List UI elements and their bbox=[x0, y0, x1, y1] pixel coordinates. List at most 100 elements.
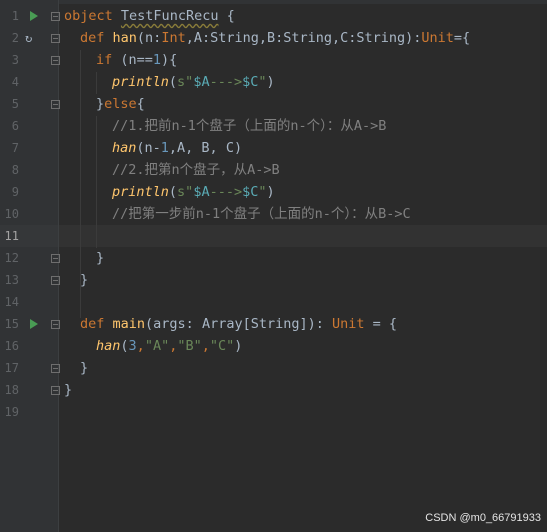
line-number: 6 bbox=[11, 119, 19, 133]
params: (args: Array[String]): bbox=[145, 316, 332, 332]
code-line-18[interactable]: 18 } bbox=[0, 379, 547, 401]
run-icon[interactable] bbox=[30, 11, 38, 21]
code-text: object TestFuncRecu { bbox=[64, 5, 235, 27]
recursive-call-icon[interactable]: ↻ bbox=[25, 31, 39, 45]
code-line-14[interactable]: 14 bbox=[0, 291, 547, 313]
string: "A" bbox=[144, 338, 170, 354]
line-number: 4 bbox=[11, 75, 19, 89]
line-number: 7 bbox=[11, 141, 19, 155]
brace: { bbox=[218, 8, 235, 24]
string: ---> bbox=[209, 184, 243, 200]
function-call: han bbox=[96, 338, 121, 354]
brace: } bbox=[96, 96, 105, 112]
comma: , bbox=[201, 338, 210, 354]
params: (n: bbox=[136, 30, 162, 46]
fold-minus-icon[interactable] bbox=[51, 12, 60, 21]
brace: } bbox=[80, 272, 89, 288]
line-number: 19 bbox=[4, 405, 19, 419]
line-number: 17 bbox=[4, 361, 19, 375]
function-call: han bbox=[112, 140, 137, 156]
fold-minus-icon[interactable] bbox=[51, 100, 60, 109]
params: ,A:String,B:String,C:String): bbox=[185, 30, 422, 46]
code-text: han(n-1,A, B, C) bbox=[112, 137, 242, 159]
brace: } bbox=[96, 250, 105, 266]
comma: , bbox=[136, 338, 145, 354]
brace: } bbox=[80, 360, 89, 376]
line-number: 5 bbox=[11, 97, 19, 111]
code-line-4[interactable]: 4 println(s"$A--->$C") bbox=[0, 71, 547, 93]
line-number: 9 bbox=[11, 185, 19, 199]
code-line-12[interactable]: 12 } bbox=[0, 247, 547, 269]
code-text: han(3,"A","B","C") bbox=[96, 335, 242, 357]
line-number: 11 bbox=[4, 229, 19, 243]
fold-minus-icon[interactable] bbox=[51, 320, 60, 329]
code-line-2[interactable]: 2 ↻ def han(n:Int,A:String,B:String,C:St… bbox=[0, 27, 547, 49]
interp-var: A bbox=[201, 184, 210, 200]
string: "C" bbox=[209, 338, 235, 354]
brace: } bbox=[64, 382, 73, 398]
line-number: 2 bbox=[11, 31, 19, 45]
code-text: }else{ bbox=[96, 93, 145, 115]
line-number: 8 bbox=[11, 163, 19, 177]
keyword: def bbox=[80, 30, 105, 46]
code-line-1[interactable]: 1 object TestFuncRecu { bbox=[0, 5, 547, 27]
number: 1 bbox=[160, 140, 169, 156]
code-editor[interactable]: 1 object TestFuncRecu { 2 ↻ def han(n:In… bbox=[0, 0, 547, 532]
fold-end-icon[interactable] bbox=[51, 254, 60, 263]
paren: ( bbox=[168, 184, 178, 200]
number: 1 bbox=[152, 52, 162, 68]
function-call: println bbox=[112, 74, 169, 90]
interp-var: A bbox=[201, 74, 210, 90]
code-line-10[interactable]: 10 //把第一步前n-1个盘子（上面的n-个）：从B->C bbox=[0, 203, 547, 225]
code-line-15[interactable]: 15 def main(args: Array[String]): Unit =… bbox=[0, 313, 547, 335]
line-number: 3 bbox=[11, 53, 19, 67]
type-unit: Unit bbox=[331, 316, 365, 332]
code-line-7[interactable]: 7 han(n-1,A, B, C) bbox=[0, 137, 547, 159]
code-line-11[interactable]: 11 bbox=[0, 225, 547, 247]
code-text: println(s"$A--->$C") bbox=[112, 71, 275, 93]
condition: (n== bbox=[112, 52, 153, 68]
string: " bbox=[258, 74, 267, 90]
code-line-5[interactable]: 5 }else{ bbox=[0, 93, 547, 115]
args: ,A, B, C) bbox=[168, 140, 243, 156]
string: ---> bbox=[209, 74, 243, 90]
function-call: println bbox=[112, 184, 169, 200]
line-number: 15 bbox=[4, 317, 19, 331]
fold-end-icon[interactable] bbox=[51, 276, 60, 285]
paren: ) bbox=[266, 74, 275, 90]
function-name: han bbox=[112, 30, 137, 46]
keyword: if bbox=[96, 52, 113, 68]
editor-top-strip bbox=[0, 0, 547, 4]
object-name: TestFuncRecu bbox=[120, 8, 219, 24]
condition: ){ bbox=[161, 52, 178, 68]
code-line-3[interactable]: 3 if (n==1){ bbox=[0, 49, 547, 71]
string: s" bbox=[177, 184, 194, 200]
code-line-9[interactable]: 9 println(s"$A--->$C") bbox=[0, 181, 547, 203]
line-number: 12 bbox=[4, 251, 19, 265]
code-line-19[interactable]: 19 bbox=[0, 401, 547, 423]
fold-end-icon[interactable] bbox=[51, 364, 60, 373]
line-number: 13 bbox=[4, 273, 19, 287]
code-line-17[interactable]: 17 } bbox=[0, 357, 547, 379]
code-text: if (n==1){ bbox=[96, 49, 177, 71]
code-line-16[interactable]: 16 han(3,"A","B","C") bbox=[0, 335, 547, 357]
keyword: else bbox=[104, 96, 137, 112]
code-line-6[interactable]: 6 //1.把前n-1个盘子（上面的n-个）：从A->B bbox=[0, 115, 547, 137]
keyword: object bbox=[64, 8, 113, 24]
code-line-13[interactable]: 13 } bbox=[0, 269, 547, 291]
comment: //把第一步前n-1个盘子（上面的n-个）：从B->C bbox=[112, 206, 411, 222]
fold-minus-icon[interactable] bbox=[51, 56, 60, 65]
watermark: CSDN @m0_66791933 bbox=[425, 512, 541, 524]
brace: { bbox=[136, 96, 145, 112]
number: 3 bbox=[128, 338, 137, 354]
code-line-8[interactable]: 8 //2.把第n个盘子，从A->B bbox=[0, 159, 547, 181]
fold-minus-icon[interactable] bbox=[51, 34, 60, 43]
comment: //2.把第n个盘子，从A->B bbox=[112, 162, 280, 178]
paren: ( bbox=[120, 338, 129, 354]
string: " bbox=[258, 184, 267, 200]
fold-end-icon[interactable] bbox=[51, 386, 60, 395]
run-icon[interactable] bbox=[30, 319, 38, 329]
line-number: 18 bbox=[4, 383, 19, 397]
brace: ={ bbox=[453, 30, 471, 46]
line-number: 1 bbox=[11, 9, 19, 23]
